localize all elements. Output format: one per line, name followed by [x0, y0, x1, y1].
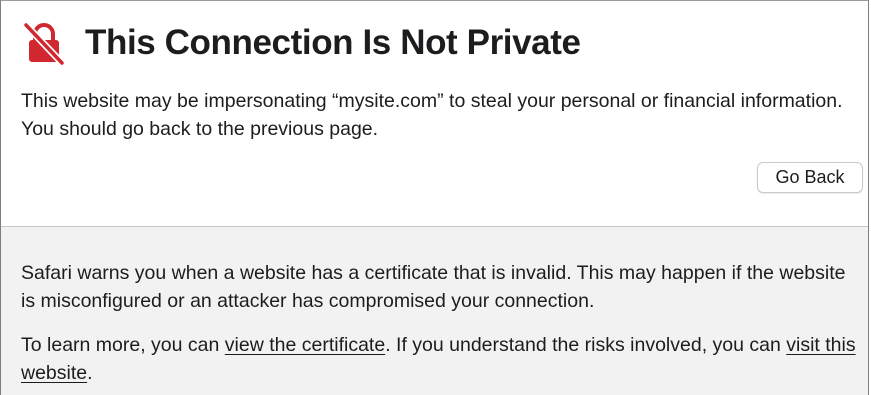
learn-more-prefix: To learn more, you can [21, 334, 225, 356]
learn-more-paragraph: To learn more, you can view the certific… [21, 331, 861, 387]
warning-header-panel: This Connection Is Not Private This webs… [1, 1, 868, 227]
go-back-button[interactable]: Go Back [757, 162, 863, 193]
lock-slash-icon [21, 20, 67, 67]
details-paragraph: Safari warns you when a website has a ce… [21, 262, 846, 312]
details-panel: Safari warns you when a website has a ce… [1, 227, 868, 395]
learn-more-middle: . If you understand the risks involved, … [385, 334, 787, 356]
title-row: This Connection Is Not Private [21, 19, 581, 67]
learn-more-suffix: . [87, 362, 93, 384]
warning-page: This Connection Is Not Private This webs… [0, 0, 869, 395]
page-title: This Connection Is Not Private [85, 23, 581, 62]
intro-text: This website may be impersonating “mysit… [21, 90, 843, 140]
view-certificate-link[interactable]: view the certificate [225, 334, 385, 356]
